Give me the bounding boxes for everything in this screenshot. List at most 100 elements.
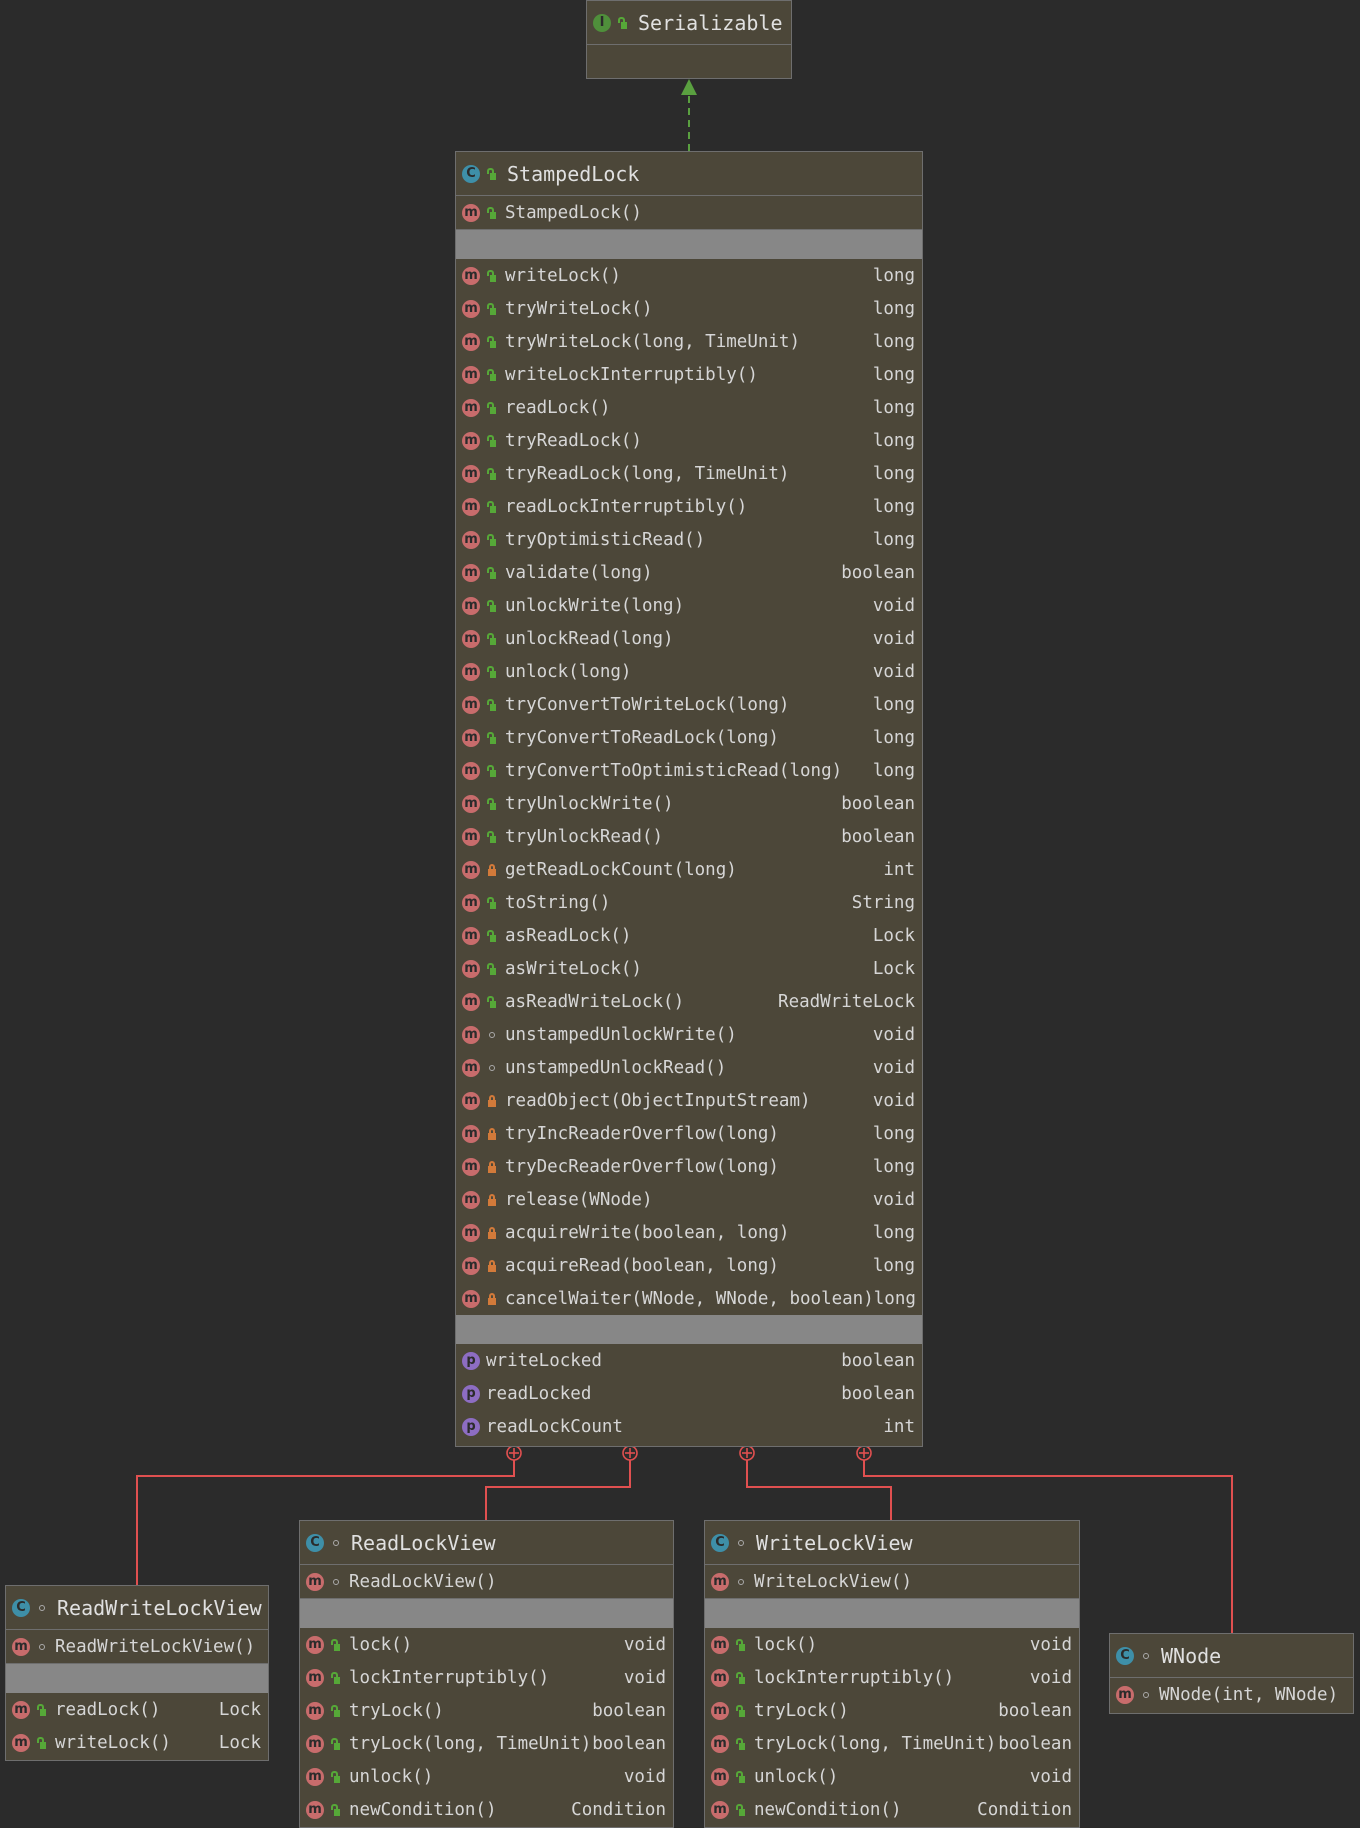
member-name: unlock() bbox=[754, 1766, 839, 1787]
member-type: boolean bbox=[841, 562, 915, 583]
method-row[interactable]: m tryUnlockRead() boolean bbox=[456, 820, 922, 853]
method-row[interactable]: m tryLock() boolean bbox=[300, 1694, 673, 1727]
method-row[interactable]: m validate(long) boolean bbox=[456, 556, 922, 589]
method-row[interactable]: m acquireRead(boolean, long) long bbox=[456, 1249, 922, 1282]
method-row[interactable]: m lock() void bbox=[300, 1628, 673, 1661]
wnode-class-box[interactable]: C WNode m WNode(int, WNode) bbox=[1109, 1633, 1354, 1714]
class-name: StampedLock bbox=[507, 161, 640, 186]
public-visibility-icon bbox=[331, 1704, 341, 1717]
method-row[interactable]: m unlock(long) void bbox=[456, 655, 922, 688]
property-row[interactable]: p readLockCount int bbox=[456, 1410, 922, 1443]
public-visibility-icon bbox=[618, 16, 628, 29]
method-row[interactable]: m unstampedUnlockRead() void bbox=[456, 1051, 922, 1084]
readwritelockview-class-box[interactable]: C ReadWriteLockView m ReadWriteLockView()… bbox=[5, 1585, 269, 1761]
method-row[interactable]: m tryIncReaderOverflow(long) long bbox=[456, 1117, 922, 1150]
method-row[interactable]: m lockInterruptibly() void bbox=[705, 1661, 1079, 1694]
method-row[interactable]: m StampedLock() bbox=[456, 196, 922, 229]
method-icon: m bbox=[462, 1058, 480, 1077]
method-row[interactable]: m lock() void bbox=[705, 1628, 1079, 1661]
class-header: C ReadLockView bbox=[300, 1521, 673, 1565]
method-row[interactable]: m acquireWrite(boolean, long) long bbox=[456, 1216, 922, 1249]
method-icon: m bbox=[306, 1800, 324, 1819]
member-name: getReadLockCount(long) bbox=[505, 859, 737, 880]
method-row[interactable]: m unlockRead(long) void bbox=[456, 622, 922, 655]
method-row[interactable]: m readLock() long bbox=[456, 391, 922, 424]
member-type: ReadWriteLock bbox=[778, 991, 915, 1012]
method-row[interactable]: m readObject(ObjectInputStream) void bbox=[456, 1084, 922, 1117]
member-type: Lock bbox=[218, 1699, 261, 1720]
method-row[interactable]: m tryLock() boolean bbox=[705, 1694, 1079, 1727]
method-row[interactable]: m tryConvertToReadLock(long) long bbox=[456, 721, 922, 754]
member-name: tryLock() bbox=[754, 1700, 849, 1721]
method-row[interactable]: m tryReadLock(long, TimeUnit) long bbox=[456, 457, 922, 490]
property-row[interactable]: p readLocked boolean bbox=[456, 1377, 922, 1410]
property-row[interactable]: p writeLocked boolean bbox=[456, 1344, 922, 1377]
method-row[interactable]: m unlockWrite(long) void bbox=[456, 589, 922, 622]
method-row[interactable]: m ReadWriteLockView() bbox=[6, 1630, 268, 1663]
serializable-interface-box[interactable]: I Serializable bbox=[586, 0, 792, 79]
method-row[interactable]: m tryWriteLock(long, TimeUnit) long bbox=[456, 325, 922, 358]
method-icon: m bbox=[462, 563, 480, 582]
method-row[interactable]: m tryDecReaderOverflow(long) long bbox=[456, 1150, 922, 1183]
method-icon: m bbox=[306, 1767, 324, 1786]
member-type: Condition bbox=[571, 1799, 666, 1820]
readlockview-class-box[interactable]: C ReadLockView m ReadLockView() m lock() vo… bbox=[299, 1520, 674, 1828]
method-row[interactable]: m unstampedUnlockWrite() void bbox=[456, 1018, 922, 1051]
private-visibility-icon bbox=[487, 1292, 497, 1305]
method-row[interactable]: m asReadWriteLock() ReadWriteLock bbox=[456, 985, 922, 1018]
writelockview-class-box[interactable]: C WriteLockView m WriteLockView() m lock()… bbox=[704, 1520, 1080, 1828]
method-row[interactable]: m tryLock(long, TimeUnit) boolean bbox=[705, 1727, 1079, 1760]
public-visibility-icon bbox=[487, 533, 497, 546]
public-visibility-icon bbox=[331, 1770, 341, 1783]
method-row[interactable]: m WriteLockView() bbox=[705, 1565, 1079, 1598]
method-row[interactable]: m readLock() Lock bbox=[6, 1693, 268, 1726]
private-visibility-icon bbox=[487, 863, 497, 876]
method-row[interactable]: m writeLock() long bbox=[456, 259, 922, 292]
public-visibility-icon bbox=[331, 1638, 341, 1651]
method-row[interactable]: m writeLockInterruptibly() long bbox=[456, 358, 922, 391]
public-visibility-icon bbox=[487, 929, 497, 942]
member-name: tryLock() bbox=[349, 1700, 444, 1721]
method-row[interactable]: m cancelWaiter(WNode, WNode, boolean) long bbox=[456, 1282, 922, 1315]
method-icon: m bbox=[462, 1223, 480, 1242]
method-row[interactable]: m asWriteLock() Lock bbox=[456, 952, 922, 985]
method-row[interactable]: m tryConvertToOptimisticRead(long) long bbox=[456, 754, 922, 787]
method-row[interactable]: m ReadLockView() bbox=[300, 1565, 673, 1598]
inner-class-anchors bbox=[506, 1445, 872, 1461]
method-icon: m bbox=[462, 1157, 480, 1176]
member-type: int bbox=[883, 1416, 915, 1437]
method-row[interactable]: m tryReadLock() long bbox=[456, 424, 922, 457]
method-row[interactable]: m unlock() void bbox=[300, 1760, 673, 1793]
method-row[interactable]: m release(WNode) void bbox=[456, 1183, 922, 1216]
method-icon: m bbox=[306, 1635, 324, 1654]
public-visibility-icon bbox=[487, 335, 497, 348]
method-row[interactable]: m tryLock(long, TimeUnit) boolean bbox=[300, 1727, 673, 1760]
method-row[interactable]: m writeLock() Lock bbox=[6, 1726, 268, 1759]
method-row[interactable]: m unlock() void bbox=[705, 1760, 1079, 1793]
stampedlock-class-box[interactable]: C StampedLock m StampedLock() m writeLock(… bbox=[455, 151, 923, 1447]
method-row[interactable]: m lockInterruptibly() void bbox=[300, 1661, 673, 1694]
member-type: void bbox=[872, 628, 915, 649]
method-row[interactable]: m tryUnlockWrite() boolean bbox=[456, 787, 922, 820]
member-type: Lock bbox=[218, 1732, 261, 1753]
method-row[interactable]: m asReadLock() Lock bbox=[456, 919, 922, 952]
method-icon: m bbox=[462, 695, 480, 714]
member-name: tryConvertToReadLock(long) bbox=[505, 727, 779, 748]
method-row[interactable]: m tryOptimisticRead() long bbox=[456, 523, 922, 556]
member-name: tryOptimisticRead() bbox=[505, 529, 706, 550]
interface-name: Serializable bbox=[638, 10, 783, 35]
method-icon: m bbox=[462, 398, 480, 417]
method-row[interactable]: m newCondition() Condition bbox=[705, 1793, 1079, 1826]
method-row[interactable]: m newCondition() Condition bbox=[300, 1793, 673, 1826]
method-icon: m bbox=[306, 1734, 324, 1753]
method-row[interactable]: m tryConvertToWriteLock(long) long bbox=[456, 688, 922, 721]
member-name: tryLock(long, TimeUnit) bbox=[349, 1733, 592, 1754]
method-row[interactable]: m readLockInterruptibly() long bbox=[456, 490, 922, 523]
method-row[interactable]: m tryWriteLock() long bbox=[456, 292, 922, 325]
method-icon: m bbox=[462, 365, 480, 384]
public-visibility-icon bbox=[331, 1803, 341, 1816]
method-row[interactable]: m getReadLockCount(long) int bbox=[456, 853, 922, 886]
method-row[interactable]: m toString() String bbox=[456, 886, 922, 919]
method-row[interactable]: m WNode(int, WNode) bbox=[1110, 1678, 1353, 1711]
method-icon: m bbox=[462, 203, 480, 222]
